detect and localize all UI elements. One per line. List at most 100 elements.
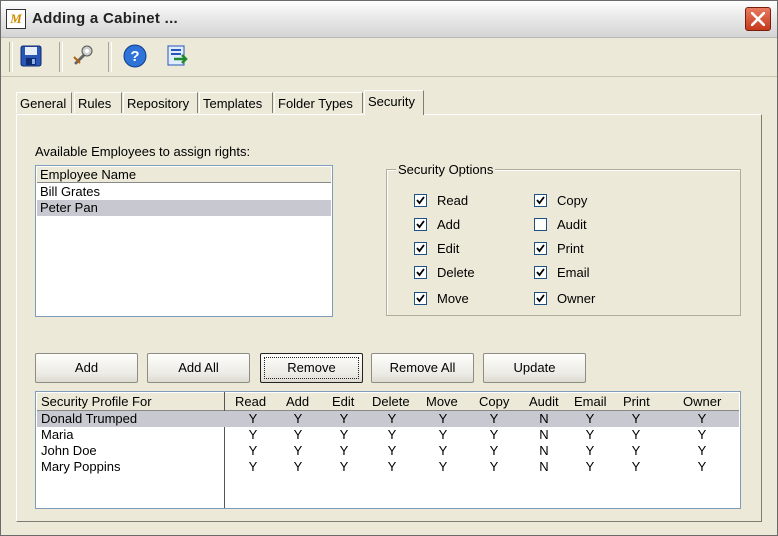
col-delete-header[interactable]: Delete [372,393,410,410]
checkmark-icon [416,294,425,303]
profile-name-cell: Mary Poppins [41,459,121,474]
permission-cell: N [539,427,549,442]
col-profile-header[interactable]: Security Profile For [41,393,152,410]
employee-row[interactable]: Peter Pan [37,200,331,216]
email-label: Email [557,265,590,280]
col-edit-header[interactable]: Edit [332,393,354,410]
edit-checkbox[interactable] [414,242,427,255]
col-owner-header[interactable]: Owner [683,393,721,410]
add-button[interactable]: Add [35,353,138,383]
checkmark-icon [416,268,425,277]
permission-cell: Y [339,411,349,426]
checkmark-icon [416,196,425,205]
permission-cell: Y [489,459,499,474]
col-print-header[interactable]: Print [623,393,650,410]
email-checkbox[interactable] [534,266,547,279]
permission-cell: N [539,459,549,474]
checkmark-icon [536,196,545,205]
svg-text:?: ? [130,48,139,65]
permission-cell: Y [293,459,303,474]
move-label: Move [437,291,469,306]
tab-repository[interactable]: Repository [123,92,198,113]
tab-general[interactable]: General [16,92,72,113]
permission-cell: Y [293,411,303,426]
permission-cell: Y [438,443,448,458]
profile-row[interactable]: Maria Y Y Y Y Y Y N Y Y Y [37,427,739,443]
add-checkbox[interactable] [414,218,427,231]
toolbar-grip[interactable] [9,42,13,72]
grid-header: Security Profile For Read Add Edit Delet… [37,393,739,411]
close-button[interactable] [745,7,771,31]
permission-cell: Y [697,411,707,426]
employee-row[interactable]: Bill Grates [37,184,331,200]
checkmark-icon [536,294,545,303]
remove-button[interactable]: Remove [260,353,363,383]
print-label: Print [557,241,584,256]
help-button[interactable]: ? [122,43,148,69]
permission-cell: Y [489,427,499,442]
tab-rules[interactable]: Rules [74,92,122,113]
permission-cell: Y [339,459,349,474]
permission-cell: Y [585,411,595,426]
tab-folder-types[interactable]: Folder Types [274,92,363,113]
permission-cell: Y [489,411,499,426]
permission-cell: Y [248,427,258,442]
profile-row[interactable]: Donald Trumped Y Y Y Y Y Y N Y Y Y [37,411,739,427]
col-email-header[interactable]: Email [574,393,607,410]
permission-cell: Y [631,411,641,426]
dialog-window: M Adding a Cabinet ... ? General Rules R… [0,0,778,536]
copy-checkbox[interactable] [534,194,547,207]
security-options-title: Security Options [396,162,496,177]
permission-cell: Y [438,427,448,442]
read-checkbox[interactable] [414,194,427,207]
tab-security[interactable]: Security [364,90,424,115]
update-button[interactable]: Update [483,353,586,383]
permission-cell: Y [387,411,397,426]
window-title: Adding a Cabinet ... [32,10,179,27]
permission-cell: Y [248,459,258,474]
profile-row[interactable]: Mary Poppins Y Y Y Y Y Y N Y Y Y [37,459,739,475]
permission-cell: N [539,411,549,426]
read-label: Read [437,193,469,208]
permission-cell: Y [293,443,303,458]
permission-cell: Y [387,459,397,474]
profile-row[interactable]: John Doe Y Y Y Y Y Y N Y Y Y [37,443,739,459]
toolbar: ? [1,38,777,77]
permission-cell: N [539,443,549,458]
move-checkbox[interactable] [414,292,427,305]
permission-cell: Y [438,411,448,426]
remove-all-button[interactable]: Remove All [371,353,474,383]
tab-templates[interactable]: Templates [199,92,273,113]
permission-cell: Y [248,411,258,426]
app-logo-icon: M [6,9,26,29]
delete-checkbox[interactable] [414,266,427,279]
export-button[interactable] [164,43,190,69]
permission-cell: Y [631,427,641,442]
title-bar[interactable]: M Adding a Cabinet ... [1,1,777,38]
permission-cell: Y [697,459,707,474]
security-profile-grid[interactable]: Security Profile For Read Add Edit Delet… [35,391,741,509]
employee-name-header[interactable]: Employee Name [37,167,331,183]
col-add-header[interactable]: Add [286,393,309,410]
permission-cell: Y [387,427,397,442]
checkmark-icon [536,268,545,277]
audit-checkbox[interactable] [534,218,547,231]
save-button[interactable] [18,43,44,69]
close-icon [751,12,765,26]
employee-list[interactable]: Employee Name Bill Grates Peter Pan [35,165,333,317]
add-label: Add [437,217,461,232]
permission-cell: Y [631,443,641,458]
checkmark-icon [416,244,425,253]
owner-checkbox[interactable] [534,292,547,305]
copy-label: Copy [557,193,588,208]
col-copy-header[interactable]: Copy [479,393,509,410]
save-icon [20,45,42,67]
tools-button[interactable] [70,43,96,69]
add-all-button[interactable]: Add All [147,353,250,383]
toolbar-separator [59,42,63,72]
col-move-header[interactable]: Move [426,393,458,410]
col-audit-header[interactable]: Audit [529,393,559,410]
checkmark-icon [536,244,545,253]
print-checkbox[interactable] [534,242,547,255]
col-read-header[interactable]: Read [235,393,266,410]
